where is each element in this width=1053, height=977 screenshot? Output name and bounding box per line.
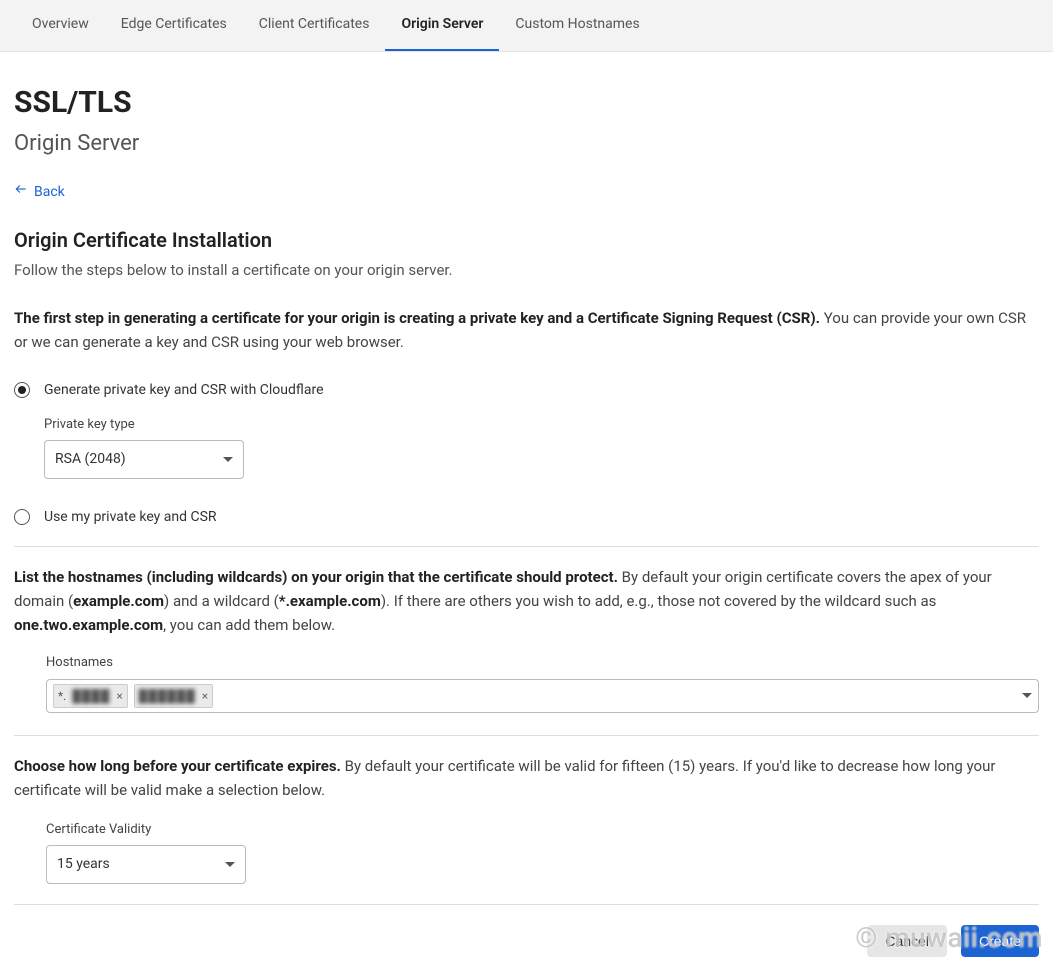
private-key-type-value: RSA (2048) <box>55 449 126 470</box>
chevron-down-icon <box>223 457 233 462</box>
arrow-left-icon <box>14 182 28 203</box>
close-icon[interactable]: × <box>116 687 122 705</box>
radio-own-csr[interactable]: Use my private key and CSR <box>14 507 1039 528</box>
hostname-chip-wildcard[interactable]: *.████ × <box>53 684 128 708</box>
page-title: SSL/TLS <box>14 80 1039 125</box>
private-key-type-label: Private key type <box>44 415 1039 435</box>
validity-value: 15 years <box>57 854 110 875</box>
validity-lead-bold: Choose how long before your certificate … <box>14 757 341 775</box>
page-subtitle: Origin Server <box>14 127 1039 160</box>
install-title: Origin Certificate Installation <box>14 225 1039 255</box>
csr-radio-group: Generate private key and CSR with Cloudf… <box>14 380 1039 529</box>
chevron-down-icon <box>225 862 235 867</box>
private-key-type-select[interactable]: RSA (2048) <box>44 440 244 479</box>
chevron-down-icon[interactable] <box>1022 693 1032 698</box>
divider <box>14 904 1039 905</box>
validity-paragraph: Choose how long before your certificate … <box>14 754 1039 802</box>
create-button[interactable]: Create <box>961 925 1039 957</box>
hostnames-lead-bold: List the hostnames (including wildcards)… <box>14 568 618 586</box>
close-icon[interactable]: × <box>202 687 208 705</box>
back-link[interactable]: Back <box>14 182 65 203</box>
hostnames-input[interactable]: *.████ × ██████ × <box>46 679 1039 713</box>
tab-edge-certificates[interactable]: Edge Certificates <box>105 0 243 51</box>
tab-client-certificates[interactable]: Client Certificates <box>243 0 386 51</box>
csr-lead-bold: The first step in generating a certifica… <box>14 309 820 327</box>
hostnames-label: Hostnames <box>46 653 1039 673</box>
tab-custom-hostnames[interactable]: Custom Hostnames <box>499 0 655 51</box>
hostname-chip-apex[interactable]: ██████ × <box>134 684 213 708</box>
divider <box>14 735 1039 736</box>
tab-origin-server[interactable]: Origin Server <box>385 0 499 51</box>
validity-select[interactable]: 15 years <box>46 845 246 884</box>
csr-paragraph: The first step in generating a certifica… <box>14 306 1039 354</box>
cancel-button[interactable]: Cancel <box>867 925 947 957</box>
back-label: Back <box>34 182 65 203</box>
hostnames-paragraph: List the hostnames (including wildcards)… <box>14 565 1039 637</box>
radio-generate-csr-label: Generate private key and CSR with Cloudf… <box>44 380 1039 401</box>
tab-overview[interactable]: Overview <box>16 0 105 51</box>
radio-generate-csr[interactable]: Generate private key and CSR with Cloudf… <box>14 380 1039 480</box>
radio-button-selected[interactable] <box>14 382 30 398</box>
actions-row: Cancel Create <box>14 925 1039 957</box>
radio-own-csr-label: Use my private key and CSR <box>44 507 1039 528</box>
divider <box>14 546 1039 547</box>
radio-button-unselected[interactable] <box>14 509 30 525</box>
tabs-bar: Overview Edge Certificates Client Certif… <box>0 0 1053 52</box>
install-desc: Follow the steps below to install a cert… <box>14 259 1039 282</box>
validity-label: Certificate Validity <box>46 820 1039 840</box>
